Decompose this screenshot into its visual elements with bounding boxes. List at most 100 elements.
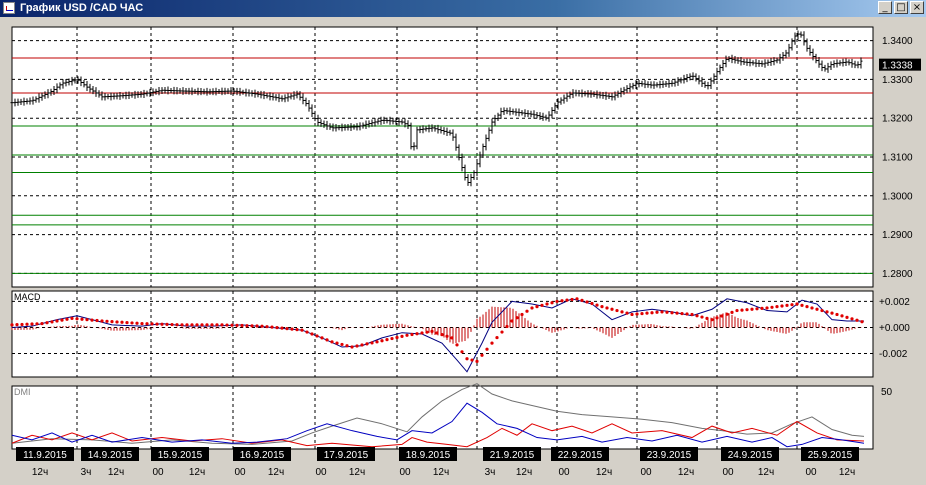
macd-signal-dot [630, 312, 634, 317]
macd-signal-dot [530, 306, 534, 310]
macd-signal-dot [695, 314, 699, 318]
macd-signal-dot [615, 308, 619, 313]
macd-signal-dot [825, 310, 829, 314]
close-button[interactable]: × [910, 1, 924, 14]
macd-signal-dot [90, 318, 94, 322]
macd-signal-dot [610, 307, 614, 311]
macd-signal-dot [60, 318, 64, 322]
macd-signal-dot [415, 332, 419, 336]
macd-signal-dot [595, 303, 599, 307]
macd-signal-dot [205, 323, 209, 327]
time-tick-label: 00 [805, 467, 817, 478]
macd-signal-dot [300, 328, 304, 332]
macd-signal-dot [490, 341, 494, 345]
date-badge-label: 15.9.2015 [158, 450, 203, 461]
macd-signal-dot [150, 322, 154, 326]
time-tick-label: 00 [234, 467, 246, 478]
price-tick-label: 1.2900 [882, 230, 913, 241]
macd-signal-dot [850, 317, 854, 321]
macd-signal-dot [705, 316, 709, 320]
macd-signal-dot [725, 312, 729, 316]
macd-signal-dot [155, 322, 159, 326]
time-tick-label: 12ч [108, 467, 124, 478]
macd-signal-dot [545, 302, 549, 306]
macd-signal-dot [30, 322, 34, 326]
macd-signal-dot [95, 318, 99, 323]
current-price-label: 1.3338 [882, 61, 913, 72]
macd-signal-dot [590, 301, 594, 306]
price-tick-label: 1.2800 [882, 269, 913, 280]
price-tick-label: 1.3100 [882, 153, 913, 164]
macd-signal-dot [605, 306, 609, 310]
time-tick-label: 12ч [596, 467, 612, 478]
macd-signal-dot [455, 343, 459, 347]
time-tick-label: 00 [152, 467, 164, 478]
macd-signal-dot [350, 345, 354, 349]
time-tick-label: 12ч [268, 467, 284, 478]
macd-signal-dot [440, 333, 444, 337]
macd-signal-dot [65, 317, 69, 321]
macd-signal-dot [570, 297, 574, 302]
macd-signal-dot [715, 316, 719, 320]
macd-signal-dot [845, 315, 849, 319]
minimize-button[interactable]: _ [878, 1, 892, 14]
macd-signal-dot [295, 328, 299, 332]
macd-signal-dot [280, 326, 284, 330]
macd-signal-dot [680, 311, 684, 316]
macd-signal-dot [85, 318, 89, 322]
macd-signal-dot [435, 331, 439, 335]
macd-signal-dot [405, 333, 409, 337]
macd-signal-dot [20, 322, 24, 327]
macd-signal-dot [75, 317, 79, 321]
macd-signal-dot [210, 323, 214, 327]
macd-signal-dot [255, 324, 259, 328]
macd-signal-dot [460, 350, 464, 354]
macd-signal-dot [735, 308, 739, 313]
date-badge-label: 18.9.2015 [406, 450, 451, 461]
time-tick-label: 12ч [758, 467, 774, 478]
macd-signal-dot [745, 308, 749, 312]
macd-label: MACD [14, 292, 41, 302]
macd-signal-dot [640, 311, 644, 316]
macd-signal-dot [790, 303, 794, 307]
macd-signal-dot [710, 318, 714, 322]
price-tick-label: 1.3000 [882, 191, 913, 202]
macd-signal-dot [225, 323, 229, 327]
macd-signal-dot [110, 320, 114, 324]
macd-signal-dot [275, 326, 279, 330]
date-badge-label: 14.9.2015 [88, 450, 133, 461]
title-bar[interactable]: График USD /CAD ЧАС _ □ × [0, 0, 926, 17]
macd-signal-dot [770, 305, 774, 309]
macd-signal-dot [550, 301, 554, 305]
macd-signal-dot [750, 307, 754, 311]
macd-signal-dot [370, 341, 374, 345]
macd-signal-dot [410, 332, 414, 337]
macd-signal-dot [650, 311, 654, 315]
macd-signal-dot [465, 357, 469, 361]
maximize-button[interactable]: □ [894, 1, 908, 14]
macd-signal-dot [670, 311, 674, 315]
macd-signal-dot [565, 298, 569, 302]
chart-area[interactable]: 1.3400 1.3300 1.3200 1.3100 1.3000 1.2900 1.28… [0, 17, 926, 485]
macd-signal-dot [785, 303, 789, 307]
macd-signal-dot [820, 308, 824, 313]
macd-signal-dot [755, 307, 759, 311]
macd-signal-dot [805, 305, 809, 309]
macd-signal-dot [140, 321, 144, 326]
window-title: График USD /CAD ЧАС [20, 2, 144, 14]
time-tick-label: 00 [399, 467, 411, 478]
price-tick-label: 1.3300 [882, 75, 913, 86]
macd-signal-dot [190, 323, 194, 327]
macd-signal-dot [310, 332, 314, 336]
macd-signal-dot [720, 314, 724, 318]
macd-signal-dot [665, 310, 669, 314]
macd-signal-dot [815, 307, 819, 311]
macd-tick-label: +0.000 [879, 323, 910, 334]
macd-signal-dot [855, 318, 859, 322]
macd-signal-dot [485, 347, 489, 351]
macd-signal-dot [390, 336, 394, 341]
macd-signal-dot [105, 319, 109, 323]
macd-signal-dot [50, 320, 54, 324]
date-badge-label: 16.9.2015 [240, 450, 285, 461]
macd-tick-label: -0.002 [879, 349, 908, 360]
